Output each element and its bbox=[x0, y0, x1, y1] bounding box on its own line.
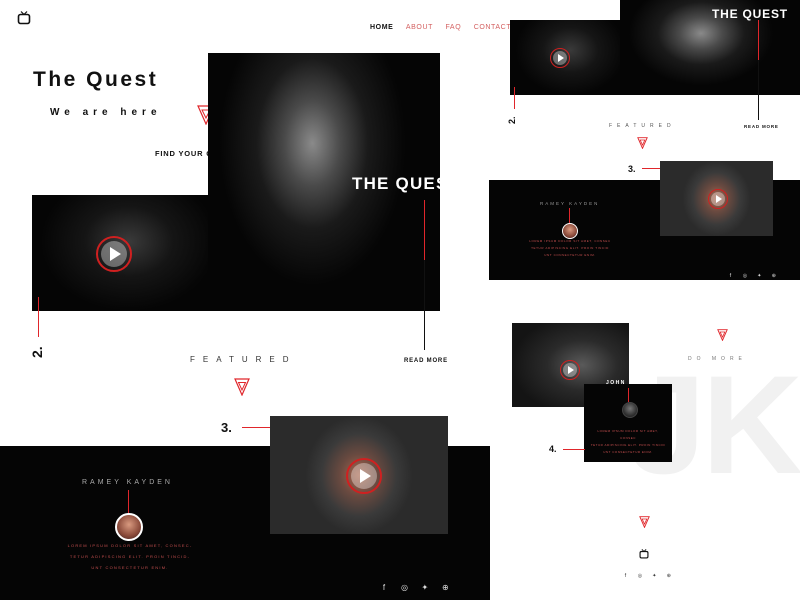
nav-faq[interactable]: FAQ bbox=[445, 24, 461, 31]
featured-person-name: RAMEY KAYDEN bbox=[540, 201, 600, 206]
step-number-4: 4. bbox=[549, 444, 557, 454]
twitter-icon[interactable]: ✦ bbox=[421, 584, 429, 592]
play-icon bbox=[568, 366, 574, 374]
lorem-line: UNT CONSECTETUR ENIM. bbox=[91, 565, 169, 570]
twitter-icon[interactable]: ✦ bbox=[757, 272, 762, 279]
hero-title: The Quest bbox=[33, 68, 159, 91]
nav-about[interactable]: ABOUT bbox=[406, 24, 433, 31]
social-links: f ◎ ✦ ⊕ bbox=[372, 577, 449, 595]
lorem-line: TETUR ADIPISCING ELIT. PROIN TINCID bbox=[590, 443, 666, 447]
social-links: f ◎ ✦ ⊕ bbox=[723, 264, 776, 282]
avatar[interactable] bbox=[562, 223, 578, 239]
play-button[interactable] bbox=[708, 189, 728, 209]
triangle-down-icon bbox=[717, 329, 728, 341]
lorem-line: TETUR ADIPISCING ELIT. PROIN TINCID- bbox=[69, 554, 191, 559]
right-overlay-title: THE QUEST bbox=[712, 7, 788, 21]
featured-description: LOREM IPSUM DOLOR SIT AMET, CONSEC TETUR… bbox=[529, 238, 611, 259]
triangle-down-icon bbox=[637, 137, 648, 149]
read-more-link[interactable]: READ MORE bbox=[744, 124, 779, 129]
profile-name: JOHN KOTA bbox=[606, 380, 649, 386]
play-icon bbox=[110, 247, 121, 261]
lorem-line: UNT CONSECTETUR ENIM. bbox=[603, 450, 653, 454]
featured-description: LOREM IPSUM DOLOR SIT AMET, CONSEC- TETU… bbox=[58, 540, 202, 573]
facebook-icon[interactable]: f bbox=[380, 584, 388, 592]
step-line bbox=[38, 297, 39, 337]
dribbble-icon[interactable]: ⊕ bbox=[771, 272, 776, 279]
step-line bbox=[642, 168, 662, 169]
lorem-line: LOREM IPSUM DOLOR SIT AMET, CONSEC bbox=[597, 429, 659, 440]
play-button[interactable] bbox=[560, 360, 580, 380]
featured-person-name: RAMEY KAYDEN bbox=[82, 479, 173, 486]
nav-contact[interactable]: CONTACT bbox=[474, 24, 512, 31]
instagram-icon[interactable]: ◎ bbox=[742, 272, 747, 279]
step-line bbox=[514, 87, 515, 109]
play-button[interactable] bbox=[346, 458, 382, 494]
name-line bbox=[569, 208, 570, 224]
step-line bbox=[563, 449, 585, 450]
facebook-icon[interactable]: f bbox=[728, 272, 733, 279]
hero-overlay-title: THE QUEST bbox=[352, 174, 461, 193]
lorem-line: LOREM IPSUM DOLOR SIT AMET, CONSEC bbox=[529, 239, 611, 243]
instagram-icon[interactable]: ◎ bbox=[637, 572, 642, 579]
lorem-line: LOREM IPSUM DOLOR SIT AMET, CONSEC- bbox=[67, 543, 193, 548]
dribbble-icon[interactable]: ⊕ bbox=[441, 584, 449, 592]
dribbble-icon[interactable]: ⊕ bbox=[666, 572, 671, 579]
read-more-link[interactable]: READ MORE bbox=[404, 358, 448, 364]
hero-subtitle: We are here bbox=[50, 107, 162, 118]
step-number-2: 2. bbox=[29, 346, 45, 358]
social-links: f ◎ ✦ ⊕ bbox=[618, 564, 671, 582]
play-button[interactable] bbox=[96, 236, 132, 272]
twitter-icon[interactable]: ✦ bbox=[652, 572, 657, 579]
facebook-icon[interactable]: f bbox=[623, 572, 628, 579]
tv-icon[interactable] bbox=[639, 549, 649, 559]
play-icon bbox=[716, 195, 722, 203]
tv-icon[interactable] bbox=[17, 11, 31, 25]
instagram-icon[interactable]: ◎ bbox=[400, 584, 408, 592]
read-more-accent bbox=[424, 200, 425, 260]
read-more-accent bbox=[758, 20, 759, 60]
name-line bbox=[628, 388, 629, 402]
featured-label: FEATURED bbox=[609, 123, 676, 129]
do-more-label: DO MORE bbox=[688, 356, 747, 362]
featured-label: FEATURED bbox=[190, 355, 297, 364]
lorem-line: TETUR ADIPISCING ELIT. PROIN TINCID bbox=[531, 246, 609, 250]
lorem-line: UNT CONSECTETUR ENIM. bbox=[544, 253, 596, 257]
step-number-3: 3. bbox=[628, 164, 636, 174]
avatar[interactable] bbox=[622, 402, 638, 418]
name-line bbox=[128, 490, 129, 514]
triangle-down-icon bbox=[234, 378, 250, 396]
step-number-3: 3. bbox=[221, 420, 232, 435]
triangle-down-icon bbox=[639, 516, 650, 528]
avatar[interactable] bbox=[115, 513, 143, 541]
profile-description: LOREM IPSUM DOLOR SIT AMET, CONSEC TETUR… bbox=[590, 428, 666, 456]
main-nav: HOME ABOUT FAQ CONTACT bbox=[362, 16, 511, 34]
nav-home[interactable]: HOME bbox=[370, 24, 393, 31]
step-number-2: 2. bbox=[507, 116, 517, 124]
play-icon bbox=[360, 469, 371, 483]
play-icon bbox=[558, 54, 564, 62]
play-button[interactable] bbox=[550, 48, 570, 68]
